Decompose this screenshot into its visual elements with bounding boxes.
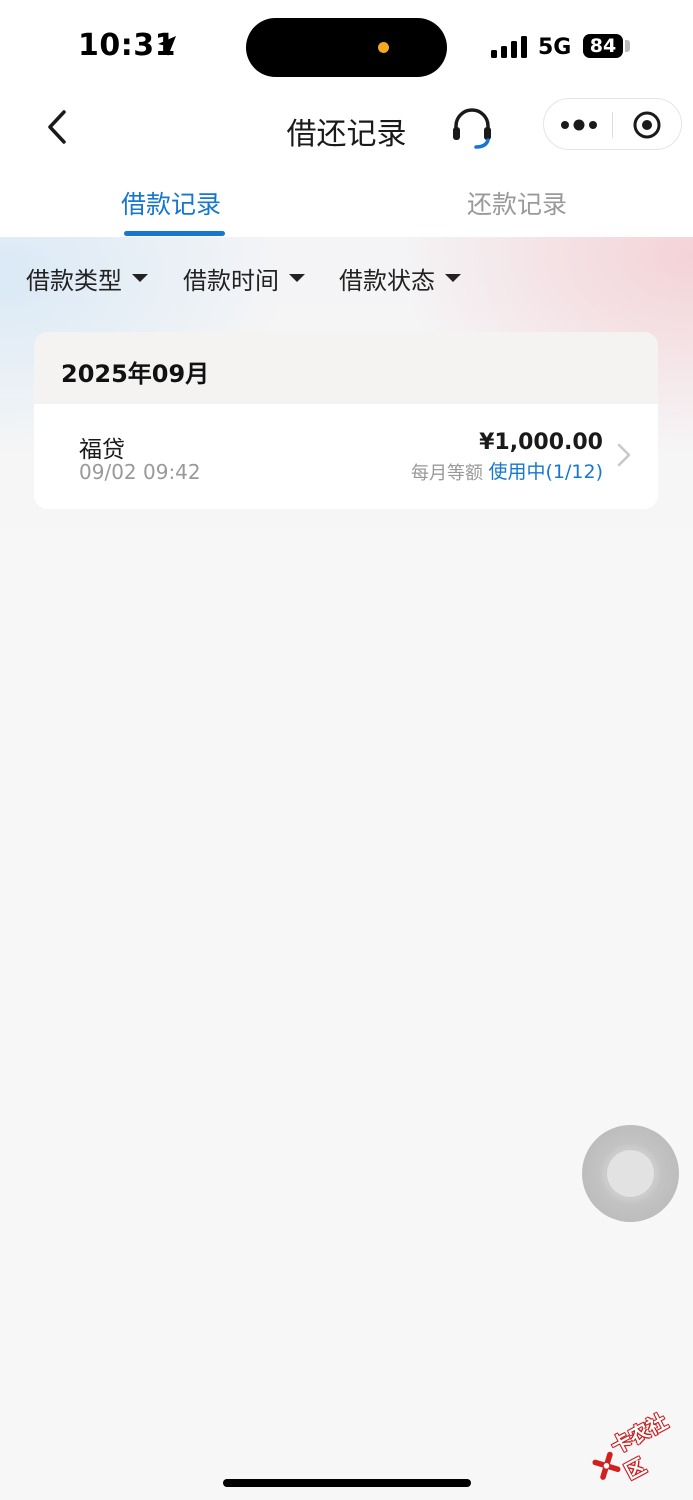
- filter-loan-type[interactable]: 借款类型: [26, 258, 148, 298]
- filter-loan-status[interactable]: 借款状态: [339, 258, 461, 298]
- nav-bar: 借还记录: [0, 95, 693, 165]
- filter-label: 借款时间: [183, 266, 279, 295]
- filter-label: 借款类型: [26, 266, 122, 295]
- loan-datetime: 09/02 09:42: [79, 460, 201, 484]
- caret-down-icon: [289, 274, 305, 282]
- privacy-indicator-dot: [378, 42, 389, 53]
- caret-down-icon: [445, 274, 461, 282]
- headset-icon[interactable]: [450, 107, 494, 149]
- battery-tip: [625, 40, 630, 52]
- loan-status: 使用中(1/12): [488, 461, 604, 483]
- records-card: 2025年09月 福贷 09/02 09:42 ¥1,000.00 每月等额 使…: [34, 332, 658, 509]
- home-indicator[interactable]: [223, 1479, 471, 1487]
- signal-bars-icon: [491, 36, 527, 58]
- tab-borrow-records[interactable]: 借款记录: [121, 185, 221, 221]
- chevron-right-icon: [617, 443, 631, 467]
- loan-record-row[interactable]: 福贷 09/02 09:42 ¥1,000.00 每月等额 使用中(1/12): [34, 404, 658, 509]
- filter-loan-time[interactable]: 借款时间: [183, 258, 305, 298]
- caret-down-icon: [132, 274, 148, 282]
- repayment-method: 每月等额: [411, 463, 483, 484]
- active-tab-indicator: [124, 231, 225, 236]
- miniapp-capsule: [543, 98, 682, 150]
- capsule-divider: [612, 112, 613, 138]
- target-circle-icon[interactable]: [630, 108, 664, 142]
- network-type: 5G: [538, 35, 572, 60]
- tab-bar: 借款记录 还款记录: [0, 165, 693, 237]
- location-arrow-icon: [158, 36, 176, 56]
- month-header: 2025年09月: [34, 332, 658, 404]
- floating-button-core: [606, 1149, 655, 1198]
- tab-repay-records[interactable]: 还款记录: [467, 185, 567, 221]
- more-dots-icon[interactable]: [556, 109, 602, 141]
- floating-assistive-button[interactable]: [582, 1125, 679, 1222]
- filter-bar: 借款类型 借款时间 借款状态: [0, 258, 693, 302]
- battery-icon: 84: [583, 34, 623, 58]
- month-label: 2025年09月: [61, 360, 210, 388]
- filter-label: 借款状态: [339, 266, 435, 295]
- loan-product-name: 福贷: [79, 437, 125, 463]
- watermark: 卡农社区: [582, 1398, 693, 1498]
- status-bar: 10:31 5G 84: [0, 0, 693, 95]
- dynamic-island: [246, 18, 447, 77]
- loan-amount: ¥1,000.00: [479, 430, 603, 455]
